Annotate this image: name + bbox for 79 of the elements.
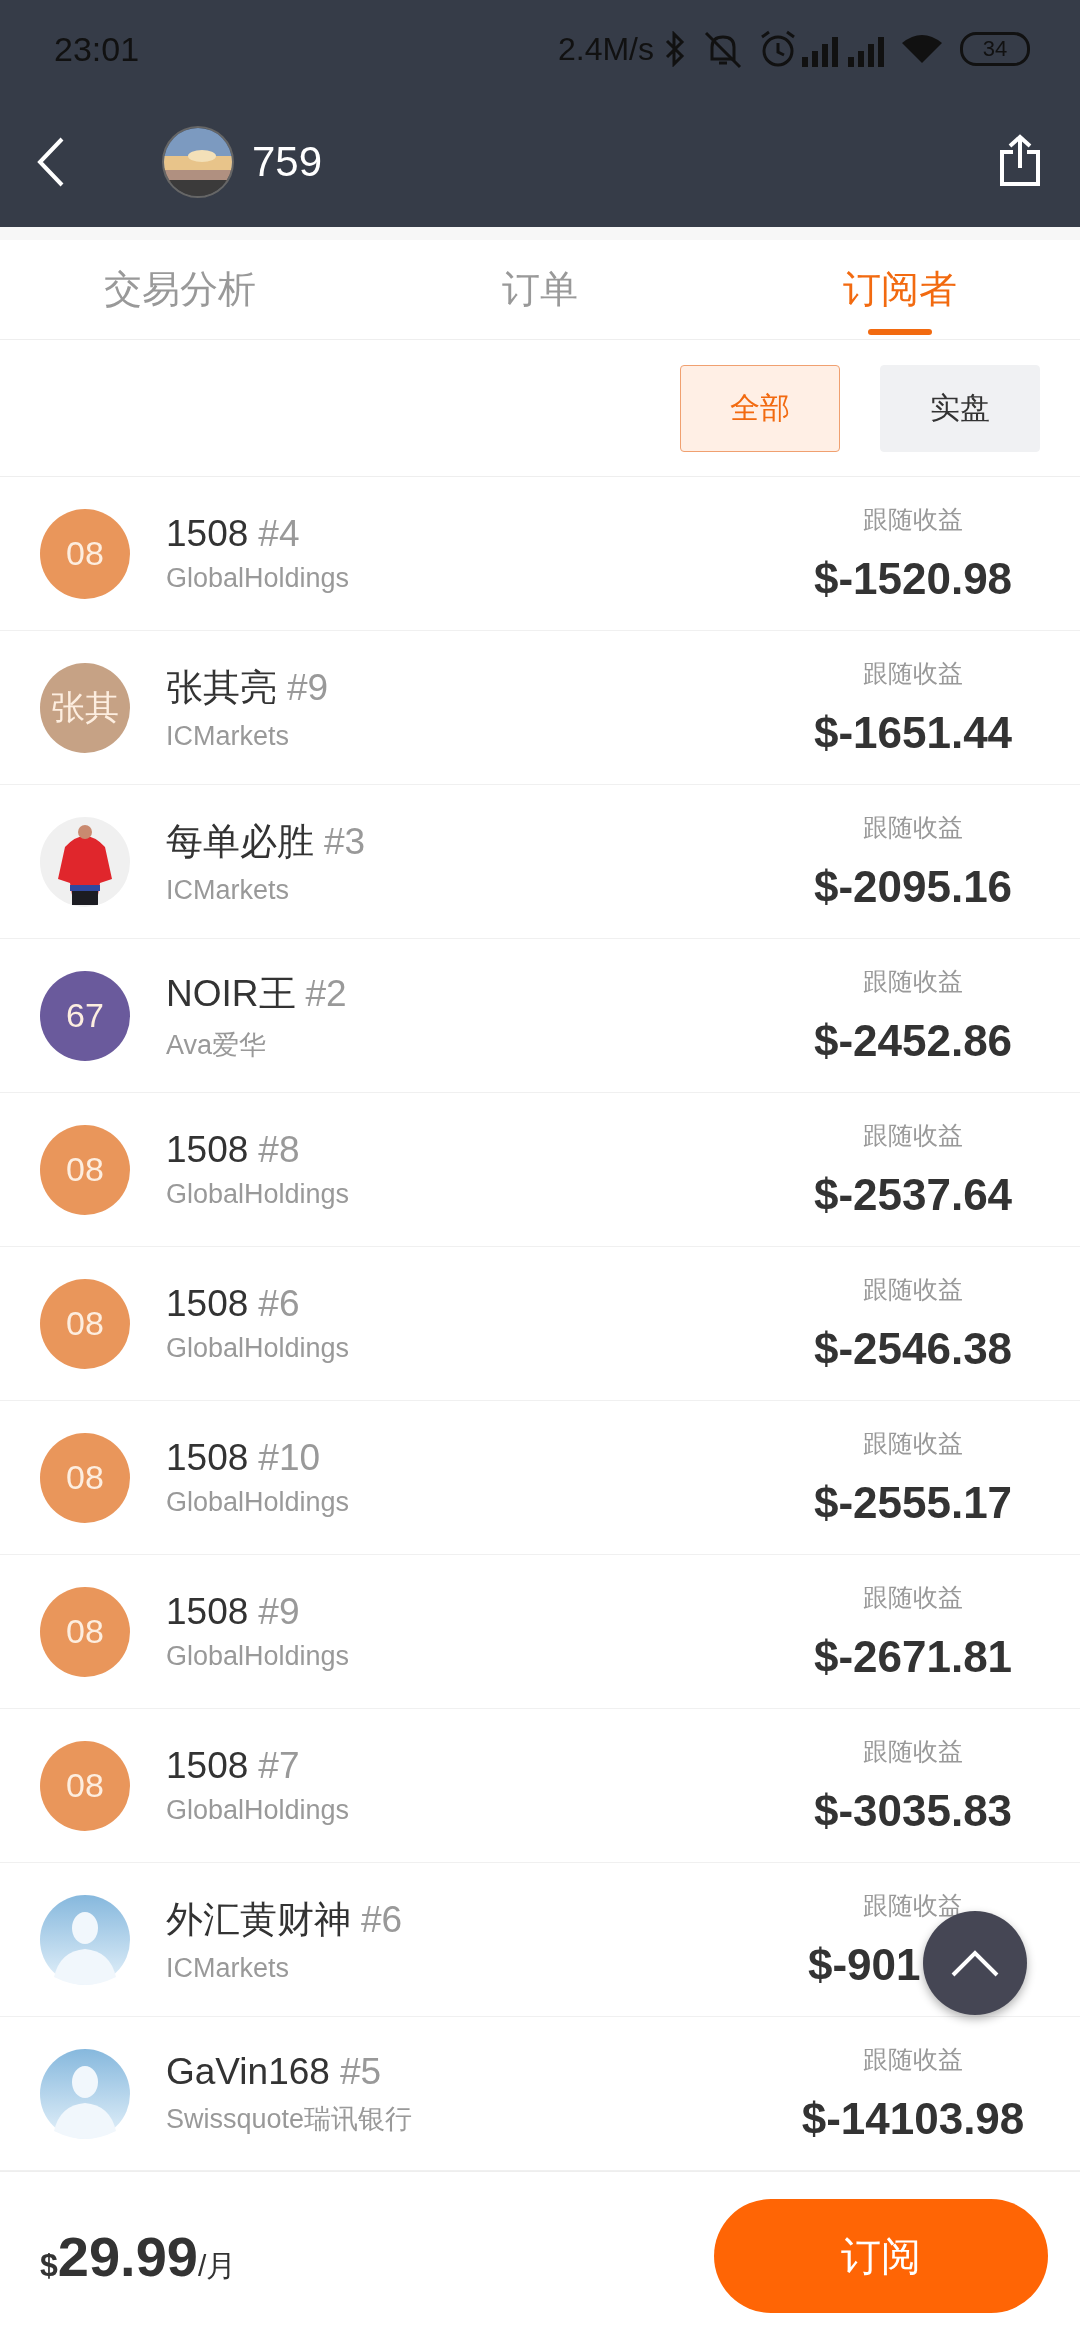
tab[interactable]: 订阅者 <box>720 239 1080 340</box>
header-title: 759 <box>252 138 323 187</box>
avatar-icon <box>40 1894 130 1985</box>
subscriber-rank: #3 <box>324 821 366 864</box>
profit-amount: $-2452.86 <box>813 1016 1013 1067</box>
profit-label: 跟随收益 <box>863 1890 963 1922</box>
profit-amount: $-14103.98 <box>801 2094 1025 2145</box>
network-speed: 2.4M/s <box>557 30 654 68</box>
profit-label: 跟随收益 <box>863 1428 963 1460</box>
avatar-initials: 67 <box>40 970 130 1061</box>
profit-amount: $-2555.17 <box>813 1478 1013 1529</box>
subscribe-button[interactable]: 订阅 <box>714 2199 1048 2314</box>
subscriber-name: 1508 <box>166 1745 249 1788</box>
subscriber-name: 1508 <box>166 1283 249 1326</box>
subscriber-rank: #5 <box>339 2050 382 2093</box>
status-time: 23:01 <box>54 29 140 69</box>
broker-name: GlobalHoldings <box>166 563 351 595</box>
chevron-up-icon <box>950 1948 1000 1978</box>
avatar-initials: 08 <box>40 1432 130 1523</box>
avatar-initials: 张其 <box>40 662 130 753</box>
broker-name: GlobalHoldings <box>166 1333 351 1365</box>
broker-name: ICMarkets <box>166 721 291 753</box>
bluetooth-icon <box>664 31 686 67</box>
subscriber-rank: #6 <box>361 1899 403 1942</box>
avatar-initials: 08 <box>40 508 130 599</box>
profit-amount: $-1520.98 <box>813 554 1013 605</box>
profit-amount: $-3035.83 <box>813 1786 1013 1837</box>
filter-button[interactable]: 全部 <box>680 364 840 452</box>
broker-name: GlobalHoldings <box>166 1641 351 1673</box>
profit-amount: $-1651.44 <box>813 708 1013 759</box>
broker-name: Swissquote瑞讯银行 <box>166 2102 414 2136</box>
subscriber-rank: #9 <box>287 667 329 710</box>
profit-amount: $-2671.81 <box>813 1632 1013 1683</box>
subscriber-name: NOIR王 <box>166 971 296 1016</box>
profit-label: 跟随收益 <box>863 812 963 844</box>
currency-symbol: $ <box>40 2246 58 2284</box>
subscriber-name: 每单必胜 <box>166 820 314 865</box>
subscriber-rank: #8 <box>258 1129 300 1172</box>
subscriber-name: 外汇黄财神 <box>166 1898 351 1943</box>
subscriber-name: 1508 <box>166 1591 249 1634</box>
profit-label: 跟随收益 <box>863 1736 963 1768</box>
subscriber-name: 1508 <box>166 1437 249 1480</box>
avatar-initials: 08 <box>40 1586 130 1677</box>
subscriber-rank: #4 <box>258 513 300 556</box>
avatar-initials: 08 <box>40 1124 130 1215</box>
profit-label: 跟随收益 <box>863 1274 963 1306</box>
profit-label: 跟随收益 <box>863 1120 963 1152</box>
subscriber-rank: #10 <box>258 1437 321 1480</box>
subscriber-name: 1508 <box>166 1129 249 1172</box>
subscriber-rank: #9 <box>258 1591 300 1634</box>
price-period: /月 <box>197 2248 237 2284</box>
subscriber-name: 1508 <box>166 513 249 556</box>
broker-name: GlobalHoldings <box>166 1179 351 1211</box>
avatar-initials: 08 <box>40 1740 130 1831</box>
profit-amount: $-2537.64 <box>813 1170 1013 1221</box>
broker-name: GlobalHoldings <box>166 1487 351 1519</box>
subscriber-name: GaVin168 <box>166 2050 330 2093</box>
profit-label: 跟随收益 <box>863 504 963 536</box>
avatar-initials: 08 <box>40 1278 130 1369</box>
profit-label: 跟随收益 <box>863 658 963 690</box>
profit-amount: $-2095.16 <box>813 862 1013 913</box>
subscriber-rank: #6 <box>258 1283 300 1326</box>
subscriber-rank: #7 <box>258 1745 300 1788</box>
profit-label: 跟随收益 <box>863 2044 963 2076</box>
profit-amount: $-901 <box>808 1940 921 1991</box>
subscription-price: 29.99 <box>57 2223 198 2289</box>
tab[interactable]: 交易分析 <box>0 239 360 340</box>
broker-name: ICMarkets <box>166 1953 291 1985</box>
subscriber-rank: #2 <box>305 972 347 1015</box>
profit-label: 跟随收益 <box>863 966 963 998</box>
tab[interactable]: 订单 <box>360 239 720 340</box>
profit-label: 跟随收益 <box>863 1582 963 1614</box>
broker-name: GlobalHoldings <box>166 1795 351 1827</box>
profit-amount: $-2546.38 <box>813 1324 1013 1375</box>
avatar-icon <box>40 2048 130 2139</box>
subscriber-name: 张其亮 <box>166 666 277 711</box>
filter-button[interactable]: 实盘 <box>880 364 1040 452</box>
broker-name: ICMarkets <box>166 875 291 907</box>
broker-name: Ava爱华 <box>166 1028 268 1062</box>
